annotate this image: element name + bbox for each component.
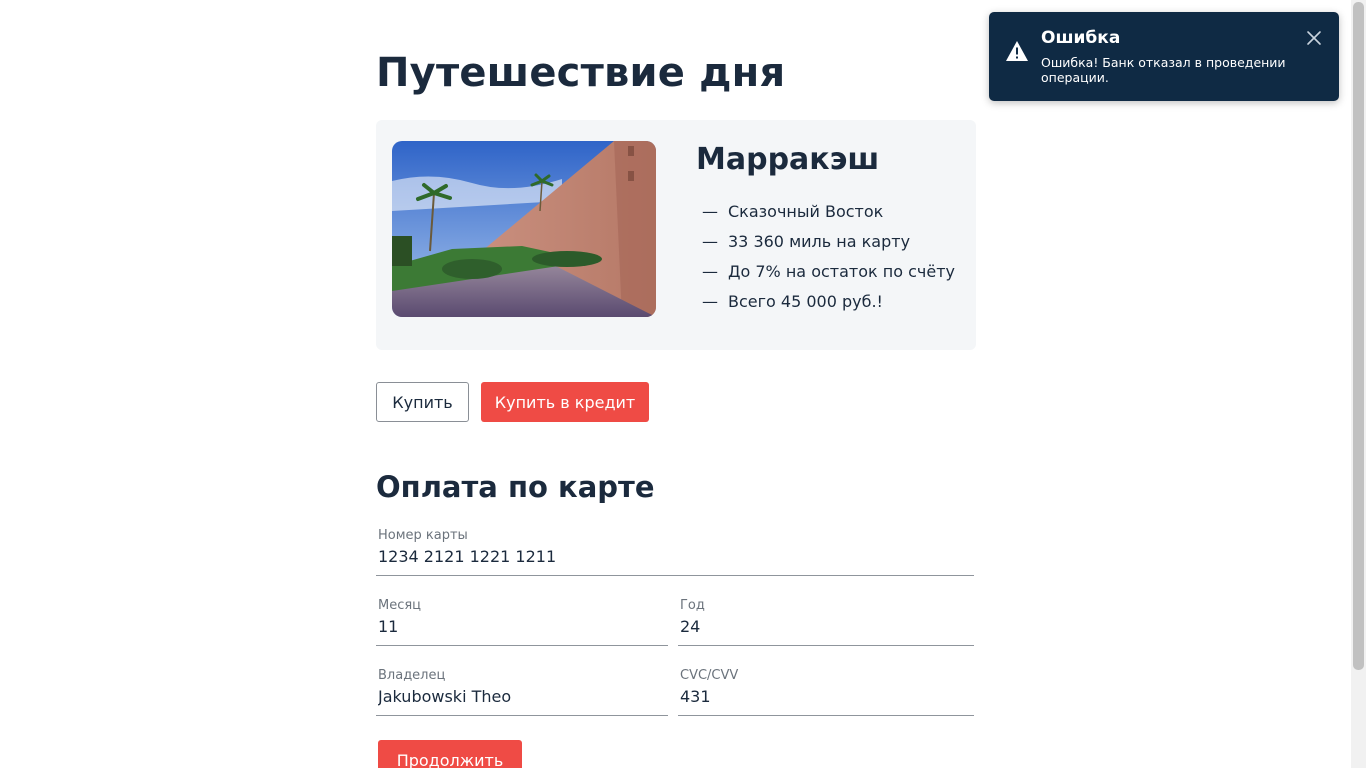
dash-marker: — [702, 202, 718, 221]
card-number-label: Номер карты [378, 528, 468, 543]
dash-marker: — [702, 232, 718, 251]
month-input[interactable] [378, 614, 666, 638]
year-label: Год [680, 598, 705, 613]
feature-text: До 7% на остаток по счёту [728, 262, 955, 281]
vertical-scrollbar[interactable] [1351, 0, 1366, 768]
notification-title: Ошибка [1041, 28, 1121, 48]
warning-icon [1005, 40, 1029, 62]
feature-item: — 33 360 миль на карту [702, 231, 955, 261]
dash-marker: — [702, 292, 718, 311]
feature-item: — Всего 45 000 руб.! [702, 291, 955, 321]
feature-text: Сказочный Восток [728, 202, 884, 221]
cvc-field: CVC/CVV [678, 668, 974, 716]
destination-photo [392, 141, 656, 317]
month-field: Месяц [376, 598, 668, 646]
feature-list: — Сказочный Восток —33 360 миль на карту … [702, 201, 955, 321]
close-icon[interactable] [1305, 29, 1323, 47]
scrollbar-thumb[interactable] [1353, 2, 1364, 670]
cvc-input[interactable] [680, 684, 972, 708]
buy-on-credit-button[interactable]: Купить в кредит [481, 382, 649, 422]
year-input[interactable] [680, 614, 972, 638]
cvc-label: CVC/CVV [680, 668, 739, 683]
card-number-field: Номер карты [376, 528, 974, 576]
card-number-input[interactable] [378, 544, 972, 568]
owner-input[interactable] [378, 684, 666, 708]
continue-button[interactable]: Продолжить [378, 740, 522, 768]
year-field: Год [678, 598, 974, 646]
notification-message: Ошибка! Банк отказал в проведении операц… [1041, 55, 1286, 85]
error-notification: Ошибка Ошибка! Банк отказал в проведении… [989, 12, 1339, 101]
feature-item: — До 7% на остаток по счёту [702, 261, 955, 291]
payment-title: Оплата по карте [376, 470, 655, 504]
month-label: Месяц [378, 598, 422, 613]
buy-button[interactable]: Купить [376, 382, 469, 422]
dash-marker: — [702, 262, 718, 281]
feature-text: Всего 45 000 руб.! [728, 292, 883, 311]
page-title: Путешествие дня [376, 50, 786, 96]
feature-text: 33 360 миль на карту [728, 232, 911, 251]
destination-city: Марракэш [696, 142, 880, 177]
feature-item: — Сказочный Восток [702, 201, 955, 231]
owner-field: Владелец [376, 668, 668, 716]
offer-card: Марракэш — Сказочный Восток — 33 360 миль … [376, 120, 976, 350]
owner-label: Владелец [378, 668, 446, 683]
